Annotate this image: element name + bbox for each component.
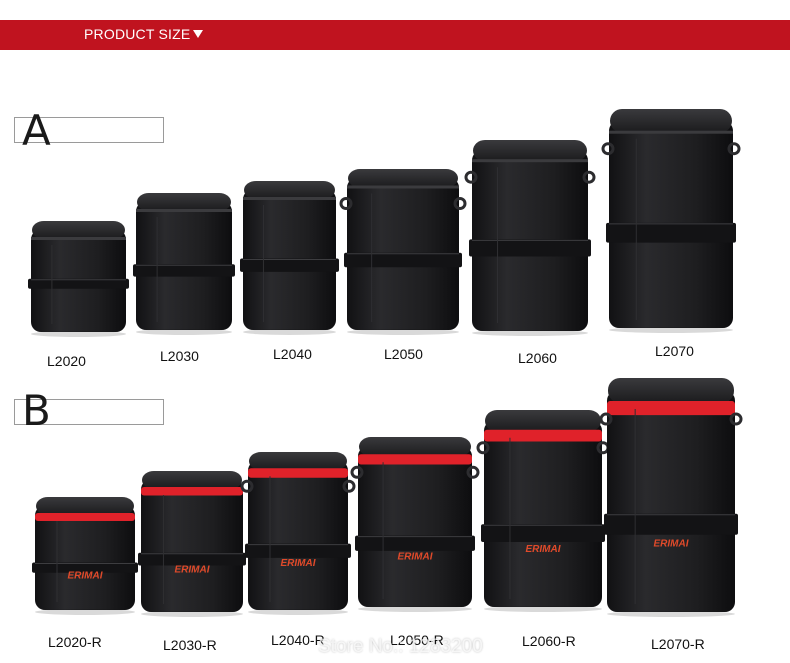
shoulder-ring <box>727 142 741 156</box>
lens-bag: ERIMAI <box>138 471 246 617</box>
red-zipper-band <box>484 429 602 442</box>
lens-bag <box>464 140 596 336</box>
model-label: L2060-R <box>522 633 576 649</box>
red-zipper-band <box>248 468 348 478</box>
bag-lid <box>142 471 242 489</box>
bag-lid <box>608 378 734 404</box>
bag-body <box>141 479 243 612</box>
shoulder-ring <box>464 170 478 184</box>
bag-lid <box>32 221 125 239</box>
side-strap <box>344 252 462 268</box>
shoulder-ring <box>582 170 596 184</box>
shoulder-ring <box>342 479 356 493</box>
bag-body <box>35 505 135 610</box>
bag-shadow <box>607 611 735 617</box>
bag-shadow <box>609 327 733 333</box>
bag-lid <box>137 193 231 211</box>
lens-bag: ERIMAI <box>32 497 138 615</box>
shoulder-ring <box>729 412 743 426</box>
brand-logo: ERIMAI <box>175 565 210 576</box>
lens-bag: ERIMAI <box>350 437 480 612</box>
bag-shadow <box>243 329 336 335</box>
model-label: L2040 <box>273 346 312 362</box>
lens-bag-photos: ERIMAI ERIMAI ERIMAI ERIMAI ERIMAI ERIMAI <box>28 109 743 617</box>
side-strap <box>133 264 235 277</box>
side-strap <box>604 513 738 535</box>
bag-shadow <box>248 609 348 615</box>
brand-logo: ERIMAI <box>398 551 433 562</box>
shoulder-ring <box>466 465 480 479</box>
bag-shadow <box>358 606 472 612</box>
bag-shadow <box>141 611 243 617</box>
shoulder-ring <box>350 465 364 479</box>
lens-bag <box>28 221 129 337</box>
lens-bag <box>601 109 741 333</box>
model-label: L2020 <box>47 353 86 369</box>
red-zipper-band <box>35 513 135 521</box>
model-label: L2050 <box>384 346 423 362</box>
shoulder-ring <box>596 441 610 455</box>
model-label: L2030-R <box>163 637 217 653</box>
bag-shadow <box>484 606 602 612</box>
bag-lid <box>36 497 134 515</box>
zipper-seam <box>472 159 588 163</box>
model-label: L2060 <box>518 350 557 366</box>
side-strap <box>240 258 339 272</box>
zipper-seam <box>347 185 459 189</box>
zipper-seam <box>609 130 733 134</box>
bag-lid <box>249 452 347 471</box>
side-strap <box>606 222 736 243</box>
shoulder-ring <box>601 142 615 156</box>
model-label: L2070 <box>655 343 694 359</box>
bag-shadow <box>35 609 135 615</box>
model-label: L2030 <box>160 348 199 364</box>
bag-shadow <box>136 329 232 335</box>
bag-lid <box>473 140 587 162</box>
zipper-seam <box>136 209 232 212</box>
lens-bag <box>240 181 339 335</box>
shoulder-ring <box>599 412 613 426</box>
brand-logo: ERIMAI <box>526 544 561 555</box>
side-strap <box>469 239 591 257</box>
shoulder-ring <box>240 479 254 493</box>
side-strap <box>245 543 351 558</box>
store-watermark: Store No.: 1283200 <box>318 636 483 657</box>
red-zipper-band <box>607 401 735 416</box>
shoulder-ring <box>453 196 467 210</box>
side-strap <box>355 535 475 551</box>
model-label: L2040-R <box>271 632 325 648</box>
red-zipper-band <box>141 487 243 496</box>
bag-lid <box>348 169 458 188</box>
red-zipper-band <box>358 454 472 465</box>
bag-shadow <box>31 331 126 337</box>
lens-bag: ERIMAI <box>599 378 743 617</box>
zipper-seam <box>243 197 336 200</box>
model-label: L2070-R <box>651 636 705 652</box>
shoulder-ring <box>476 441 490 455</box>
bag-shadow <box>347 329 459 335</box>
lens-bag: ERIMAI <box>476 410 610 612</box>
bag-body <box>248 460 348 610</box>
side-strap <box>481 524 605 542</box>
zipper-seam <box>31 237 126 240</box>
brand-logo: ERIMAI <box>281 558 316 569</box>
bag-lid <box>359 437 471 457</box>
bag-body <box>484 420 602 607</box>
bag-lid <box>485 410 601 432</box>
lens-bag: ERIMAI <box>240 452 356 615</box>
model-label: L2020-R <box>48 634 102 650</box>
lens-bag <box>339 169 467 335</box>
shoulder-ring <box>339 196 353 210</box>
bag-body <box>358 446 472 607</box>
lens-bag <box>133 193 235 335</box>
bag-lid <box>244 181 335 199</box>
bag-shadow <box>472 330 588 336</box>
brand-logo: ERIMAI <box>654 538 689 549</box>
bag-body <box>607 390 735 612</box>
brand-logo: ERIMAI <box>68 570 103 581</box>
bag-lid <box>610 109 732 133</box>
